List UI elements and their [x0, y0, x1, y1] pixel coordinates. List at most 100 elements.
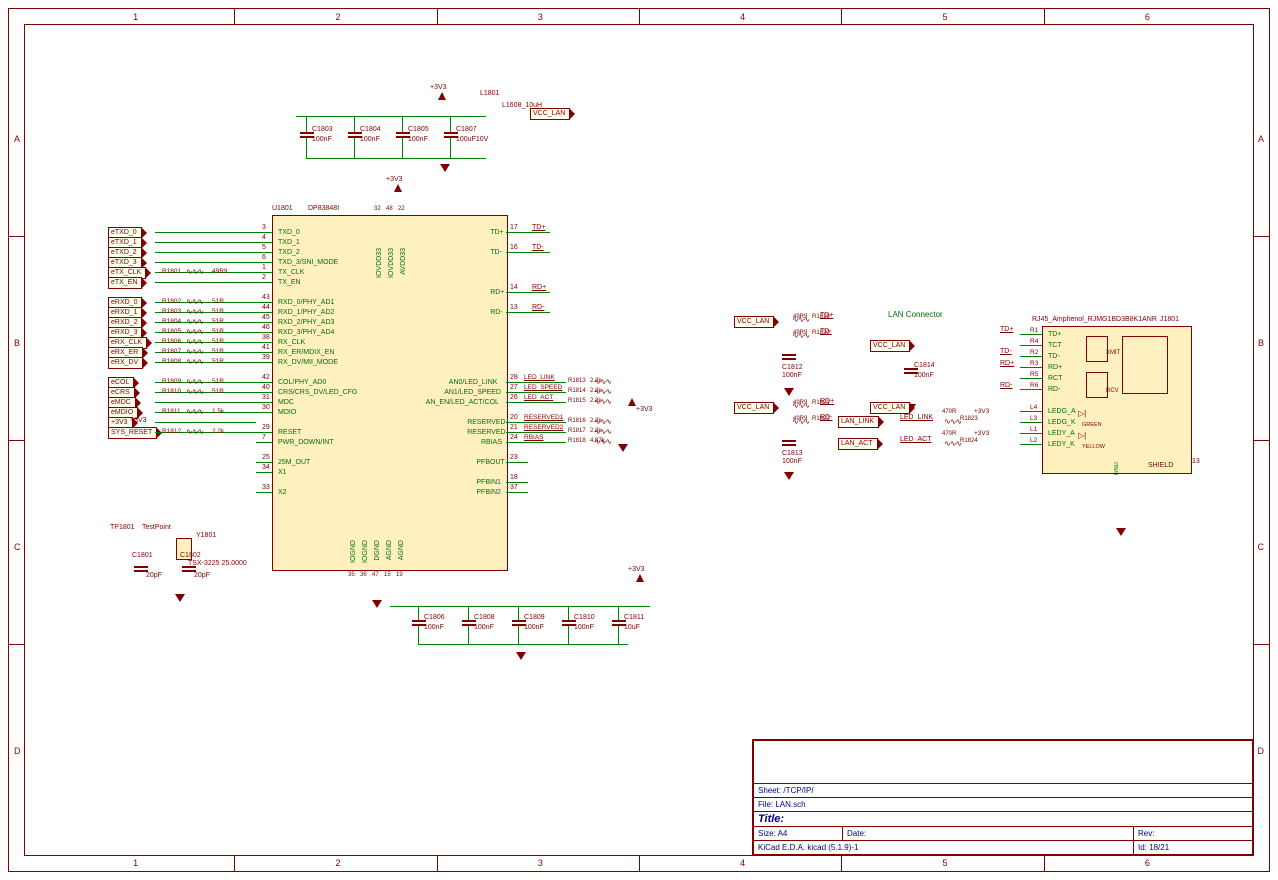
ruler-row: C: [1258, 542, 1265, 552]
wire: [418, 626, 419, 644]
wire: [306, 116, 486, 117]
ic-pin-name: CRS/CRS_DV/LED_CFG: [278, 389, 357, 396]
wire: [155, 262, 256, 263]
cap-val: 100nF: [524, 624, 544, 631]
res-ref: R1813: [568, 378, 586, 384]
wire: [506, 402, 566, 403]
ruler-row: D: [14, 746, 21, 756]
ic-pin-name: RX_CLK: [278, 339, 305, 346]
ic-pin-num-r: 17: [510, 224, 518, 231]
r: 49R9: [793, 330, 807, 336]
rj45-pin-num: R3: [1030, 360, 1038, 367]
ic-pin-num: 3: [262, 224, 266, 231]
cap: 100nF: [782, 372, 802, 379]
wire: [1020, 411, 1042, 412]
ruler-col: 5: [943, 858, 948, 868]
ic-pin-num-r: 27: [510, 384, 518, 391]
tb-sheet: Sheet: /TCP/IP/: [754, 784, 1253, 798]
ic-pin-name-r: RESERVED: [467, 429, 505, 436]
port-vcc-lan-rj1: VCC_LAN: [870, 340, 910, 352]
ic-pin-name: TX_CLK: [278, 269, 304, 276]
gnd-mid1: [784, 388, 794, 396]
ruler-tick: [1044, 9, 1045, 24]
ruler-tick: [841, 9, 842, 24]
wire: [418, 644, 628, 645]
wire: [506, 252, 550, 253]
power-3v3-ic-lbl: +3V3: [386, 176, 403, 183]
resistor: ∿∿∿: [186, 297, 203, 306]
cap-val: 100nF: [914, 372, 934, 379]
net: RD-: [1000, 382, 1012, 389]
ic-pin-name-r: RBIAS: [481, 439, 502, 446]
vcc1: VCC_LAN: [737, 318, 769, 325]
res-ref: R1815: [568, 398, 586, 404]
wire: [1020, 345, 1042, 346]
net: RD+: [1000, 360, 1014, 367]
wire: [256, 242, 272, 243]
rj45-pin-name: LEDG_A: [1048, 408, 1076, 415]
ic-pin-name-r: TD+: [490, 229, 503, 236]
cap-val: 100uF10V: [456, 136, 488, 143]
ic-pin-name: RXD_0/PHY_AD1: [278, 299, 334, 306]
rj45-shield: SHIELD: [1148, 462, 1173, 469]
ic-pin-top-num: 32: [374, 206, 381, 212]
res-val: 49R9: [212, 268, 228, 275]
wire: [256, 302, 272, 303]
port-vcc-lan-mid1: VCC_LAN: [734, 316, 774, 328]
ruler-tick: [9, 644, 24, 645]
rj45-pin-num: L4: [1030, 404, 1037, 411]
ic-pin-name: MDIO: [278, 409, 296, 416]
cap-ref: C1811: [624, 614, 644, 621]
wire: [1020, 378, 1042, 379]
net: LED_ACT: [524, 394, 553, 401]
wire: [256, 392, 272, 393]
ic-val: DP83848I: [308, 205, 339, 212]
ic-pin-bot: AGND: [398, 540, 405, 560]
led: ▷|: [1078, 431, 1086, 440]
res-ref: R1816: [568, 418, 586, 424]
cap: C1812: [782, 364, 803, 371]
ruler-tick: [841, 856, 842, 871]
ic-pin-num: 2: [262, 274, 266, 281]
ic-pin-num: 46: [262, 324, 270, 331]
res-val: 51R: [212, 318, 224, 325]
res-ref: R1807: [162, 348, 181, 355]
net: LED_LINK: [524, 374, 555, 381]
ic-pin-bot: IOGND: [362, 540, 369, 563]
wire: [1020, 422, 1042, 423]
ic-pin-num: 7: [262, 434, 266, 441]
wire: [1020, 389, 1042, 390]
ic-pin-top: IOVDD33: [376, 248, 383, 278]
wire: [506, 232, 550, 233]
cap: [782, 354, 796, 362]
rj45-pin-name: RD-: [1048, 386, 1060, 393]
ic-pin-name: X1: [278, 469, 287, 476]
ic-pin-num: 5: [262, 244, 266, 251]
wire: [506, 292, 550, 293]
tb-tool: KiCad E.D.A. kicad (5.1.9)-1: [754, 841, 1134, 855]
wire: [1020, 433, 1042, 434]
rj45-pin-name: LEDY_A: [1048, 430, 1075, 437]
wire: [354, 116, 355, 132]
xtal-val: TSX-3225 25.0000: [188, 560, 247, 567]
ruler-col: 4: [740, 858, 745, 868]
ruler-row: B: [14, 338, 20, 348]
ruler-row: A: [1258, 134, 1264, 144]
res-val: 51R: [212, 338, 224, 345]
net: RD-: [532, 304, 544, 311]
ic-pin-num: 34: [262, 464, 270, 471]
res-ref: R1806: [162, 338, 181, 345]
rj45-ref: J1801: [1160, 316, 1179, 323]
ruler-col: 6: [1145, 12, 1150, 22]
r: R1821: [812, 400, 830, 406]
wire: [256, 352, 272, 353]
tb-file: File: LAN.sch: [754, 798, 1253, 812]
ic-pin-name: TXD_1: [278, 239, 300, 246]
cap: [782, 440, 796, 448]
cap-val: 10uF: [624, 624, 640, 631]
resistor: ∿∿∿: [186, 427, 203, 436]
ic-pin-name-r: RD+: [490, 289, 504, 296]
wire: [506, 432, 566, 433]
ruler-tick: [1254, 440, 1269, 441]
ic-pin-num-r: 13: [510, 304, 518, 311]
